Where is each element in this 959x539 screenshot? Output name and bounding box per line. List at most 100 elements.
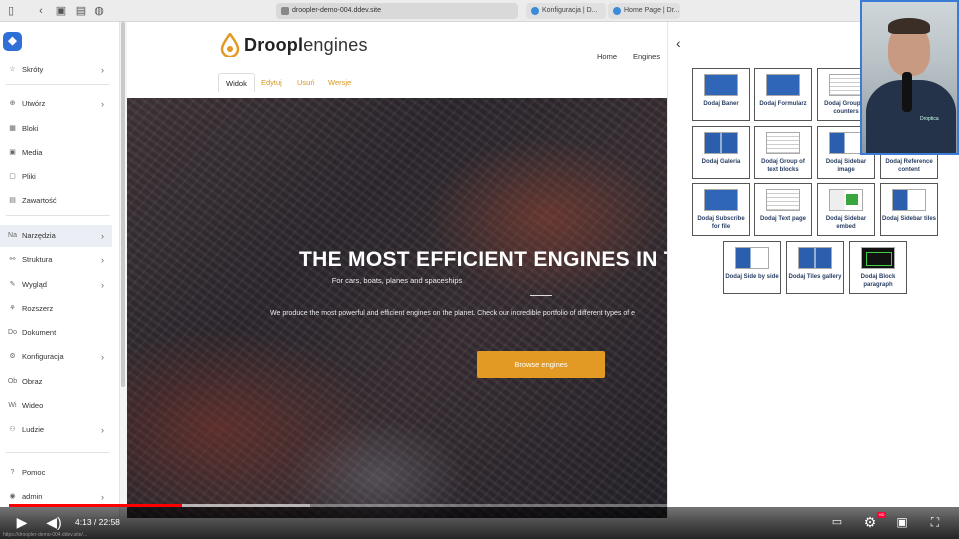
admin-nav-icon: ⚙ [9,353,16,360]
admin-nav-label: Konfiguracja [22,352,64,361]
block-type-card[interactable]: Dodaj Sidebar tiles [880,183,938,236]
admin-nav-item[interactable]: ✎ Wygląd › [0,274,112,296]
hero-overlay [127,98,667,518]
admin-nav-item[interactable]: ▦ Bloki [0,118,112,140]
admin-nav-item[interactable]: ⚇ Ludzie › [0,419,112,441]
block-thumbnail [829,132,863,154]
admin-nav-item[interactable]: ☆ Skróty › [0,59,112,81]
admin-nav-icon: ⊕ [9,100,16,107]
block-type-card[interactable]: Dodaj Block paragraph [849,241,907,294]
chevron-right-icon: › [101,99,104,109]
admin-nav-icon: Ob [7,378,18,385]
tab-usun[interactable]: Usuń [290,73,322,92]
admin-nav-item[interactable]: Ob Obraz [0,371,112,393]
block-label: Dodaj Subscribe for file [697,216,745,230]
admin-nav-icon: ▤ [9,197,16,204]
extension-icon[interactable]: ◍ [92,4,106,18]
block-label: Dodaj Tiles gallery [788,274,842,280]
video-frame: ▯ ‹ ▣ ▤ ◍ droopler-demo-004.ddev.site Ko… [0,0,959,539]
block-type-card[interactable]: Dodaj Formularz [754,68,812,121]
block-label: Dodaj Sidebar tiles [882,216,937,222]
block-type-card[interactable]: Dodaj Baner [692,68,750,121]
address-bar[interactable]: droopler-demo-004.ddev.site [276,3,518,19]
admin-nav-icon: ✎ [9,281,16,288]
admin-nav-icon: ▦ [9,125,16,132]
admin-nav-label: Narzędzia [22,231,56,240]
admin-nav-item[interactable]: ▢ Pliki [0,166,112,188]
block-label: Dodaj Sidebar embed [825,216,867,230]
tab-widok[interactable]: Widok [218,73,255,92]
tab-overview-icon[interactable]: ▣ [54,4,68,18]
back-chevron-icon[interactable]: ‹ [676,35,681,51]
block-thumbnail [892,189,926,211]
chevron-right-icon: › [101,280,104,290]
block-thumbnail [829,74,863,96]
block-thumbnail [704,74,738,96]
admin-nav-item[interactable]: ▣ Media [0,142,112,164]
browser-toolbar: ▯ ‹ ▣ ▤ ◍ droopler-demo-004.ddev.site Ko… [0,0,959,22]
droopler-logo-icon [220,33,240,57]
admin-nav-label: Ludzie [22,425,45,434]
block-type-card[interactable]: Dodaj Group of text blocks [754,126,812,179]
block-label: Dodaj Text page [760,216,806,222]
sidebar-toggle-icon[interactable]: ▯ [4,4,18,18]
admin-nav-item[interactable]: ⚯ Struktura › [0,249,112,271]
presenter-webcam: Droptica [860,0,959,155]
block-type-card[interactable]: Dodaj Text page [754,183,812,236]
block-type-card[interactable]: Dodaj Galeria [692,126,750,179]
site-page: Drooplengines Home Engines Widok Edytuj … [127,22,667,518]
admin-nav-label: Dokument [22,328,57,337]
admin-nav-icon: Na [8,232,17,239]
admin-nav-icon: Wi [8,402,17,409]
volume-icon[interactable]: ◀) [45,513,63,531]
block-type-card[interactable]: Dodaj Sidebar embed [817,183,875,236]
block-type-card[interactable]: Dodaj Subscribe for file [692,183,750,236]
nav-home[interactable]: Home [597,52,617,61]
admin-nav-label: Struktura [22,255,53,264]
admin-scrollbar[interactable] [121,22,125,387]
tab-home-page[interactable]: Home Page | Dr... [608,3,680,19]
block-thumbnail [704,189,738,211]
admin-nav-item[interactable]: ▤ Zawartość [0,190,112,212]
admin-nav-item[interactable]: ? Pomoc [0,462,112,484]
chevron-right-icon: › [101,65,104,75]
admin-nav-item[interactable]: ⚙ Konfiguracja › [0,346,112,368]
reader-icon[interactable]: ▤ [74,4,88,18]
miniplayer-icon[interactable]: ▣ [893,513,911,531]
hero-title: THE MOST EFFICIENT ENGINES IN T [299,248,667,271]
site-logo[interactable]: Drooplengines [244,35,368,56]
browse-engines-button[interactable]: Browse engines [477,351,605,378]
block-thumbnail [861,247,895,269]
block-type-card[interactable]: Dodaj Tiles gallery [786,241,844,294]
address-url: droopler-demo-004.ddev.site [292,7,381,14]
admin-nav-item[interactable]: Wi Wideo [0,395,112,417]
fullscreen-icon[interactable]: ⛶ [926,513,944,531]
block-type-card[interactable]: Dodaj Side by side [723,241,781,294]
block-thumbnail [798,247,832,269]
admin-nav-label: Obraz [22,377,43,386]
admin-nav-item[interactable]: ⊕ Utwórz › [0,93,112,115]
admin-nav-item[interactable]: ⚘ Rozszerz [0,298,112,320]
hero-description: We produce the most powerful and efficie… [270,310,636,317]
play-icon[interactable]: ▶ [14,513,30,531]
admin-nav-item[interactable]: Do Dokument [0,322,112,344]
admin-nav-item[interactable]: Na Narzędzia › [0,225,112,247]
hd-badge-icon: HD [877,512,886,518]
status-url: https://droopler-demo-004.ddev.site/... [3,532,88,538]
logo-bold: Droopl [244,35,304,55]
nav-engines[interactable]: Engines [633,52,660,61]
tab-edytuj[interactable]: Edytuj [254,73,289,92]
admin-nav-icon: ? [10,469,15,476]
nav-divider [6,215,110,216]
drupal-logo-icon[interactable]: ◆ [3,32,22,51]
presenter-hair [888,18,930,34]
captions-icon[interactable]: ▭ [828,513,846,531]
hero-subtitle: For cars, boats, planes and spaceships [331,276,463,285]
nav-divider [6,452,110,453]
back-arrow-icon[interactable]: ‹ [34,4,48,18]
site-favicon-icon [281,7,289,15]
tab-konfiguracja[interactable]: Konfiguracja | D... [526,3,606,19]
admin-nav-label: Zawartość [22,196,57,205]
block-label: Dodaj Sidebar image [825,159,867,173]
tab-wersje[interactable]: Wersje [321,73,358,92]
